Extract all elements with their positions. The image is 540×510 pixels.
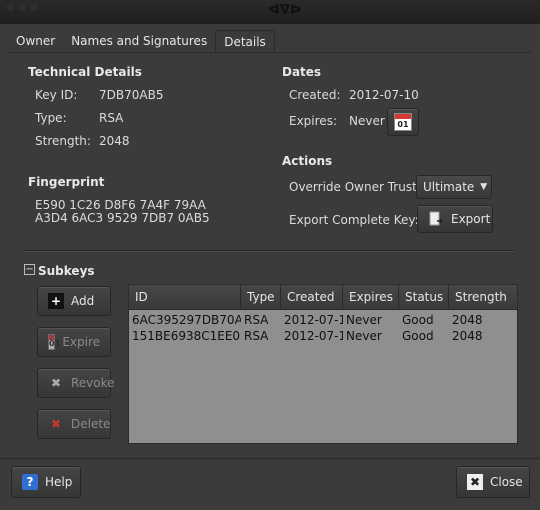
window-controls: ● ● ● [6,2,39,13]
column-header-strength[interactable]: Strength [449,285,517,309]
window-title: ᐊᐁᐅ [268,3,302,18]
technical-details-heading: Technical Details [28,65,142,79]
table-header: ID Type Created Expires Status Strength [129,285,517,310]
expire-subkey-button[interactable]: 01 Expire [37,327,111,357]
collapse-toggle[interactable]: − [24,264,35,275]
tab-bar: Owner Names and Signatures Details [8,30,275,52]
tab-divider [8,52,532,53]
cell-type: RSA [244,313,269,327]
export-button[interactable]: Export [417,205,493,233]
cell-created: 2012-07-10 [284,329,343,343]
cell-expires: Never [346,329,382,343]
revoke-subkey-button[interactable]: ✖ Revoke [37,368,115,398]
column-header-id[interactable]: ID [129,285,241,309]
chevron-down-icon: ▼ [480,182,488,192]
type-value: RSA [99,111,124,125]
cell-strength: 2048 [452,313,483,327]
cell-id: 6AC395297DB70AB5 [132,313,241,327]
column-header-expires[interactable]: Expires [343,285,399,309]
title-bar[interactable]: ● ● ● ᐊᐁᐅ [0,0,540,24]
fingerprint-line-1: E590 1C26 D8F6 7A4F 79AA [35,198,206,212]
fingerprint-heading: Fingerprint [28,175,105,189]
actions-heading: Actions [282,154,333,168]
strength-label: Strength: [35,134,91,148]
table-row[interactable]: 151BE6938C1EE099 RSA 2012-07-10 Never Go… [129,328,517,344]
tab-details[interactable]: Details [215,30,275,52]
tab-names-and-signatures[interactable]: Names and Signatures [63,30,215,52]
override-owner-trust-label: Override Owner Trust: [289,180,421,194]
help-icon: ? [22,474,38,490]
expires-calendar-button[interactable]: 01 [387,108,419,136]
cell-type: RSA [244,329,269,343]
column-header-status[interactable]: Status [399,285,449,309]
table-row[interactable]: 6AC395297DB70AB5 RSA 2012-07-10 Never Go… [129,312,517,328]
cell-created: 2012-07-10 [284,313,343,327]
key-id-value: 7DB70AB5 [99,88,164,102]
delete-subkey-button[interactable]: ✖ Delete [37,409,111,439]
owner-trust-select[interactable]: Ultimate ▼ [416,175,492,199]
owner-trust-value: Ultimate [423,180,475,194]
section-divider [24,250,516,252]
calendar-icon: 01 [48,334,60,350]
cell-strength: 2048 [452,329,483,343]
calendar-icon: 01 [394,113,412,131]
help-button[interactable]: ? Help [11,466,81,498]
delete-icon: ✖ [50,417,62,431]
column-header-created[interactable]: Created [281,285,343,309]
column-header-type[interactable]: Type [241,285,281,309]
export-complete-key-label: Export Complete Key: [289,213,419,227]
strength-value: 2048 [99,134,130,148]
tab-owner[interactable]: Owner [8,30,63,52]
add-subkey-button[interactable]: + Add [37,286,111,316]
expires-label: Expires: [289,114,337,128]
footer-divider [0,458,540,459]
expires-value: Never [349,114,385,128]
close-icon: ✖ [467,474,483,490]
cell-status: Good [402,313,434,327]
created-value: 2012-07-10 [349,88,419,102]
export-icon [428,211,444,227]
close-icon: ✖ [50,376,62,390]
created-label: Created: [289,88,341,102]
cell-status: Good [402,329,434,343]
export-button-label: Export [451,212,491,226]
dates-heading: Dates [282,65,322,79]
type-label: Type: [35,111,67,125]
subkeys-heading: Subkeys [38,264,95,278]
key-id-label: Key ID: [35,88,78,102]
subkeys-table[interactable]: ID Type Created Expires Status Strength … [128,284,518,444]
plus-icon: + [48,293,64,309]
cell-id: 151BE6938C1EE099 [132,329,241,343]
cell-expires: Never [346,313,382,327]
close-button[interactable]: ✖ Close [456,466,530,498]
fingerprint-line-2: A3D4 6AC3 9529 7DB7 0AB5 [35,211,210,225]
